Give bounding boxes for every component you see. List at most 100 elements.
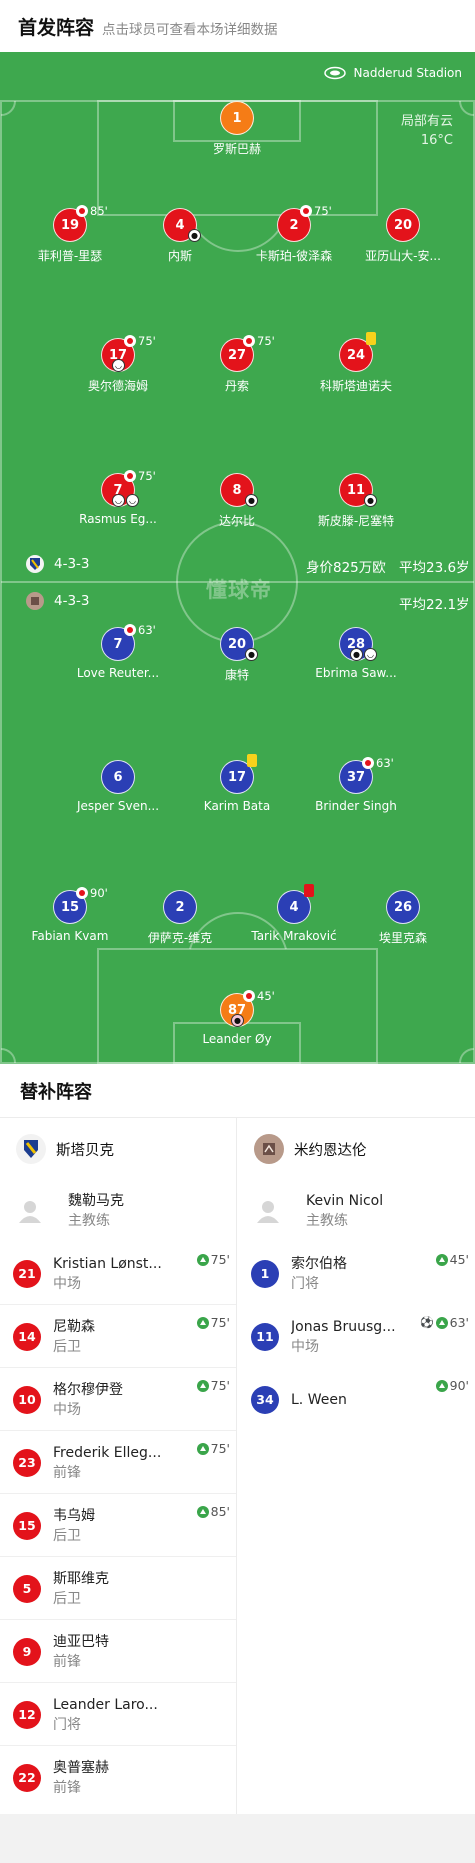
- weather-desc: 局部有云: [400, 114, 453, 129]
- sub-row-home[interactable]: 15 韦乌姆后卫 85': [0, 1494, 236, 1557]
- player-name: 斯皮滕-尼塞特: [317, 514, 395, 528]
- sub-row-home[interactable]: 5 斯耶维克 后卫: [0, 1557, 236, 1620]
- sub-row-home[interactable]: 12 Leander Laro... 门将: [0, 1683, 236, 1746]
- sub-position: 中场: [53, 1401, 81, 1418]
- away-coach-row[interactable]: Kevin Nicol 主教练: [238, 1180, 475, 1242]
- player-name: Ebrima Saw...: [315, 666, 397, 680]
- player-home-cb1[interactable]: 4 ● 内斯: [120, 208, 240, 264]
- sub-in-icon: [196, 1505, 209, 1518]
- sub-off-icon: [124, 335, 136, 347]
- sub-time: 63': [138, 623, 156, 637]
- watermark: 懂球帝: [206, 578, 272, 602]
- player-home-lb[interactable]: 19 85' 菲利普-里瑟: [10, 204, 130, 264]
- stadium-icon: [323, 66, 346, 80]
- player-name: 菲利普-里瑟: [37, 249, 103, 263]
- lineup-subtitle: 点击球员可查看本场详细数据: [102, 21, 278, 38]
- player-name: 伊萨克-维克: [147, 931, 213, 945]
- away-avg-age: 平均22.1岁: [399, 597, 470, 613]
- coach-name: 魏勒马克: [68, 1193, 124, 1209]
- sub-off-tag: 90': [76, 886, 108, 900]
- player-home-lw[interactable]: 7 75' ◡ ◡ Rasmus Eg...: [58, 469, 178, 526]
- player-home-rw[interactable]: 11 ● 斯皮滕-尼塞特: [296, 473, 416, 529]
- player-name: 达尔比: [218, 514, 255, 528]
- sub-name: 韦乌姆: [53, 1507, 95, 1524]
- player-home-rb[interactable]: 20 亚历山大-安...: [343, 208, 463, 264]
- sub-position: 后卫: [53, 1527, 81, 1544]
- sub-in-tag: ⚽ 63': [420, 1315, 469, 1330]
- sub-time: 45': [257, 989, 275, 1003]
- player-home-cm1[interactable]: 17 75' ◡ 奥尔德海姆: [58, 334, 178, 394]
- away-team-row[interactable]: 米约恩达伦: [238, 1118, 475, 1180]
- sub-row-home[interactable]: 10 格尔穆伊登 中场 75': [0, 1368, 236, 1431]
- sub-time: 90': [90, 886, 108, 900]
- home-coach-row[interactable]: 魏勒马克 主教练: [0, 1180, 236, 1242]
- sub-off-tag: 45': [243, 989, 275, 1003]
- sub-time: 75': [138, 469, 156, 483]
- weather-temp: 16°C: [420, 133, 453, 148]
- assist-boot-icon: ◡: [112, 359, 125, 372]
- player-name: 内斯: [167, 249, 192, 263]
- away-team-badge-icon: [26, 592, 44, 610]
- home-team-row[interactable]: 斯塔贝克: [0, 1118, 236, 1180]
- player-away-gk[interactable]: 87 45' ● Leander Øy: [177, 989, 297, 1046]
- sub-number: 14: [13, 1322, 41, 1351]
- coach-role: 主教练: [306, 1213, 348, 1229]
- sub-number: 15: [13, 1511, 41, 1540]
- player-home-cm2[interactable]: 27 75' 丹索: [177, 334, 297, 394]
- coach-avatar-icon: [19, 1201, 41, 1223]
- player-away-lb[interactable]: 15 90' Fabian Kvam: [10, 886, 130, 943]
- sub-name: 尼勒森: [53, 1318, 95, 1335]
- player-home-cm3[interactable]: 24 科斯塔迪诺夫: [296, 332, 416, 394]
- sub-in-icon: [196, 1253, 209, 1266]
- player-name: 罗斯巴赫: [212, 142, 261, 156]
- sub-name: Jonas Bruusg...: [291, 1318, 396, 1335]
- goal-ball-icon: ●: [245, 648, 258, 661]
- sub-off-icon: [243, 990, 255, 1002]
- sub-row-away[interactable]: 34 L. Ween 90': [238, 1368, 475, 1431]
- sub-row-home[interactable]: 22 奥普塞赫 前锋: [0, 1746, 236, 1809]
- player-away-lw[interactable]: 7 63' Love Reuter...: [58, 623, 178, 680]
- sub-off-icon: [300, 205, 312, 217]
- player-home-cb2[interactable]: 2 75' 卡斯珀-彼泽森: [234, 204, 354, 264]
- player-away-cb1[interactable]: 2 伊萨克-维克: [120, 890, 240, 946]
- home-team-name: 斯塔贝克: [56, 1142, 114, 1159]
- sub-row-away[interactable]: 11 Jonas Bruusg... 中场 ⚽ 63': [238, 1305, 475, 1368]
- sub-position: 前锋: [53, 1779, 81, 1796]
- player-away-cm1[interactable]: 6 Jesper Sven...: [58, 760, 178, 813]
- sub-name: Kristian Lønst...: [53, 1255, 162, 1272]
- player-home-st[interactable]: 8 ● 达尔比: [177, 473, 297, 529]
- player-away-cm3[interactable]: 37 63' Brinder Singh: [296, 756, 416, 813]
- player-away-rw[interactable]: 28 ● ◡ Ebrima Saw...: [296, 627, 416, 680]
- sub-row-home[interactable]: 21 Kristian Lønst... 中场 75': [0, 1242, 236, 1305]
- player-away-rb[interactable]: 26 埃里克森: [343, 890, 463, 946]
- sub-row-home[interactable]: 14 尼勒森 后卫 75': [0, 1305, 236, 1368]
- away-formation-text: 4-3-3: [54, 593, 90, 609]
- player-away-st[interactable]: 20 ● 康特: [177, 627, 297, 683]
- player-number: 20: [386, 208, 420, 242]
- sub-in-icon: [196, 1379, 209, 1392]
- home-avg-age: 平均23.6岁: [399, 560, 470, 576]
- sub-position: 中场: [53, 1275, 81, 1292]
- sub-position: 前锋: [53, 1653, 81, 1670]
- sub-in-time: 75': [210, 1252, 230, 1267]
- sub-off-tag: 75': [124, 469, 156, 483]
- sub-number: 1: [251, 1259, 279, 1288]
- sub-off-icon: [243, 335, 255, 347]
- away-team-name: 米约恩达伦: [294, 1142, 367, 1159]
- sub-row-home[interactable]: 23 Frederik Elleg... 前锋 75': [0, 1431, 236, 1494]
- sub-name: 斯耶维克: [53, 1570, 109, 1587]
- sub-row-home[interactable]: 9 迪亚巴特 前锋: [0, 1620, 236, 1683]
- sub-time: 75': [138, 334, 156, 348]
- player-away-cm2[interactable]: 17 Karim Bata: [177, 754, 297, 813]
- sub-in-tag: 75': [196, 1441, 230, 1456]
- coach-name: Kevin Nicol: [306, 1193, 384, 1209]
- sub-row-away[interactable]: 1 索尔伯格 门将 45': [238, 1242, 475, 1305]
- player-number: 26: [386, 890, 420, 924]
- player-name: Leander Øy: [202, 1032, 272, 1046]
- player-name: Brinder Singh: [315, 799, 397, 813]
- home-team-badge-icon: [26, 555, 44, 573]
- player-away-cb2[interactable]: 4 Tarik Mraković: [234, 884, 354, 943]
- sub-in-tag: 85': [196, 1504, 230, 1519]
- yellow-card-icon: [247, 754, 257, 767]
- player-home-gk[interactable]: 1 罗斯巴赫: [177, 101, 297, 157]
